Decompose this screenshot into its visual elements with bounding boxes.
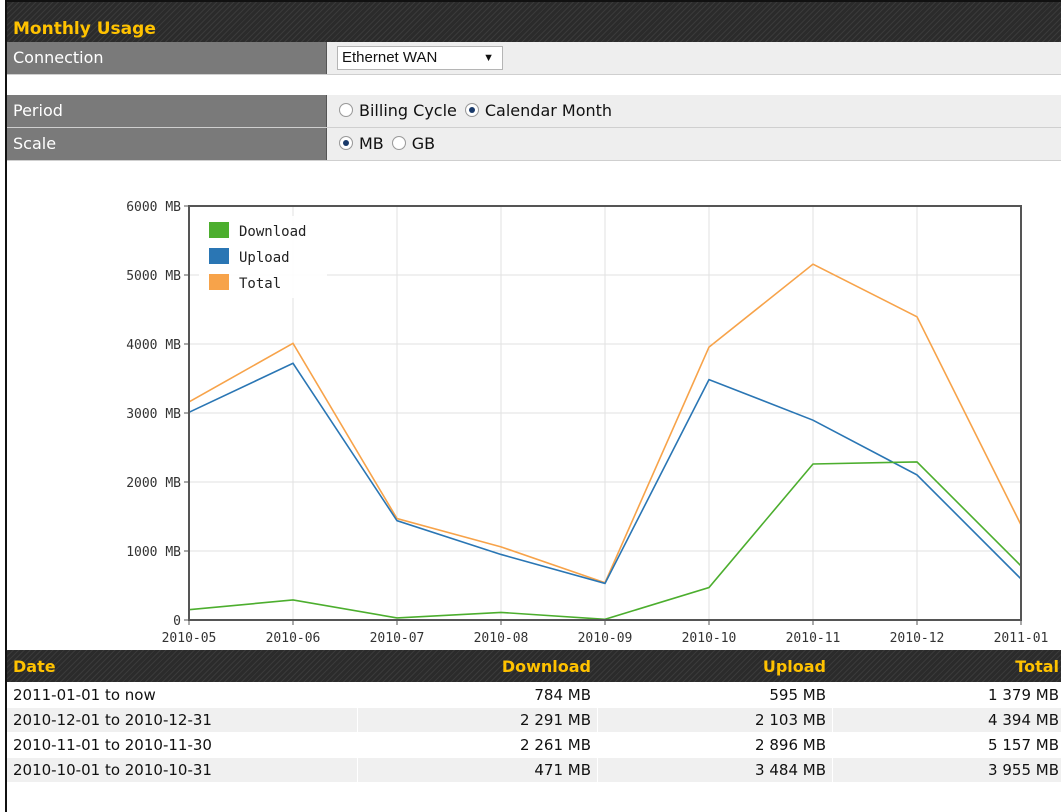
legend-swatch-download <box>209 222 229 238</box>
period-label: Period <box>7 95 327 127</box>
x-tick-label: 2010-12 <box>890 631 945 646</box>
scale-mb-radio[interactable] <box>339 136 353 150</box>
cell-upload: 2 896 MB <box>755 736 826 754</box>
chevron-down-icon: ▼ <box>483 52 494 64</box>
cell-divider <box>357 708 358 732</box>
cell-download: 2 261 MB <box>520 736 591 754</box>
table-row: 2011-01-01 to now 784 MB 595 MB 1 379 MB <box>7 683 1061 708</box>
table-row: 2010-12-01 to 2010-12-31 2 291 MB 2 103 MB… <box>7 708 1061 733</box>
connection-row: Connection Ethernet WAN ▼ <box>7 42 1061 75</box>
cell-download: 471 MB <box>534 761 591 779</box>
x-tick-label: 2010-10 <box>682 631 737 646</box>
x-tick-label: 2010-11 <box>786 631 841 646</box>
scale-row: Scale MB GB <box>7 128 1061 161</box>
x-tick-label: 2010-09 <box>578 631 633 646</box>
cell-divider <box>597 683 598 707</box>
cell-divider <box>832 708 833 732</box>
cell-upload: 595 MB <box>769 686 826 704</box>
y-tick-label: 5000 MB <box>126 269 181 284</box>
header-download: Download <box>501 657 591 676</box>
header-date: Date <box>13 657 56 676</box>
usage-chart: 6000 MB 5000 MB 4000 MB 3000 MB 2000 MB 1000 … <box>7 176 1061 662</box>
cell-total: 5 157 MB <box>988 736 1059 754</box>
cell-date: 2010-10-01 to 2010-10-31 <box>13 761 212 779</box>
period-calendar-month-label: Calendar Month <box>484 101 613 120</box>
period-row: Period Billing Cycle Calendar Month <box>7 95 1061 128</box>
legend-label-upload: Upload <box>239 250 290 266</box>
cell-divider <box>357 733 358 757</box>
connection-selected-value: Ethernet WAN <box>342 49 438 66</box>
y-tick-label: 0 <box>173 614 181 629</box>
cell-download: 2 291 MB <box>520 711 591 729</box>
panel-header: Monthly Usage <box>7 2 1061 42</box>
period-billing-cycle-radio[interactable] <box>339 103 353 117</box>
cell-download: 784 MB <box>534 686 591 704</box>
cell-upload: 2 103 MB <box>755 711 826 729</box>
cell-total: 3 955 MB <box>988 761 1059 779</box>
y-tick-label: 2000 MB <box>126 476 181 491</box>
legend-swatch-upload <box>209 248 229 264</box>
header-total: Total <box>1015 657 1059 676</box>
cell-divider <box>597 733 598 757</box>
cell-divider <box>597 708 598 732</box>
y-tick-label: 1000 MB <box>126 545 181 560</box>
connection-select[interactable]: Ethernet WAN ▼ <box>337 46 503 70</box>
table-row: 2010-11-01 to 2010-11-30 2 261 MB 2 896 MB… <box>7 733 1061 758</box>
x-tick-label: 2011-01 <box>994 631 1049 646</box>
legend-label-download: Download <box>239 224 306 240</box>
y-tick-label: 3000 MB <box>126 407 181 422</box>
usage-table-header: Date Download Upload Total <box>7 650 1061 682</box>
legend-label-total: Total <box>239 276 281 292</box>
cell-date: 2011-01-01 to now <box>13 686 156 704</box>
cell-total: 4 394 MB <box>988 711 1059 729</box>
cell-divider <box>832 733 833 757</box>
cell-divider <box>357 758 358 782</box>
scale-gb-label: GB <box>411 134 436 153</box>
usage-chart-svg: 6000 MB 5000 MB 4000 MB 3000 MB 2000 MB 1000 … <box>126 200 1049 646</box>
x-tick-label: 2010-05 <box>162 631 217 646</box>
x-tick-label: 2010-06 <box>266 631 321 646</box>
x-tick-label: 2010-07 <box>370 631 425 646</box>
y-tick-label: 4000 MB <box>126 338 181 353</box>
connection-label: Connection <box>7 42 327 74</box>
monthly-usage-panel: Monthly Usage Connection Ethernet WAN ▼ … <box>5 0 1061 812</box>
cell-total: 1 379 MB <box>988 686 1059 704</box>
panel-title: Monthly Usage <box>13 19 156 39</box>
period-billing-cycle-label: Billing Cycle <box>359 101 457 120</box>
y-tick-label: 6000 MB <box>126 200 181 215</box>
table-row: 2010-10-01 to 2010-10-31 471 MB 3 484 MB 3 … <box>7 758 1061 783</box>
scale-mb-label: MB <box>359 134 384 153</box>
x-tick-label: 2010-08 <box>474 631 529 646</box>
cell-divider <box>832 758 833 782</box>
cell-divider <box>357 683 358 707</box>
scale-gb-radio[interactable] <box>391 136 406 150</box>
scale-label: Scale <box>7 128 327 160</box>
cell-divider <box>832 683 833 707</box>
cell-date: 2010-11-01 to 2010-11-30 <box>13 736 212 754</box>
legend-swatch-total <box>209 274 229 290</box>
header-upload: Upload <box>762 657 826 676</box>
cell-divider <box>597 758 598 782</box>
cell-date: 2010-12-01 to 2010-12-31 <box>13 711 212 729</box>
cell-upload: 3 484 MB <box>755 761 826 779</box>
period-calendar-month-radio[interactable] <box>464 103 479 117</box>
